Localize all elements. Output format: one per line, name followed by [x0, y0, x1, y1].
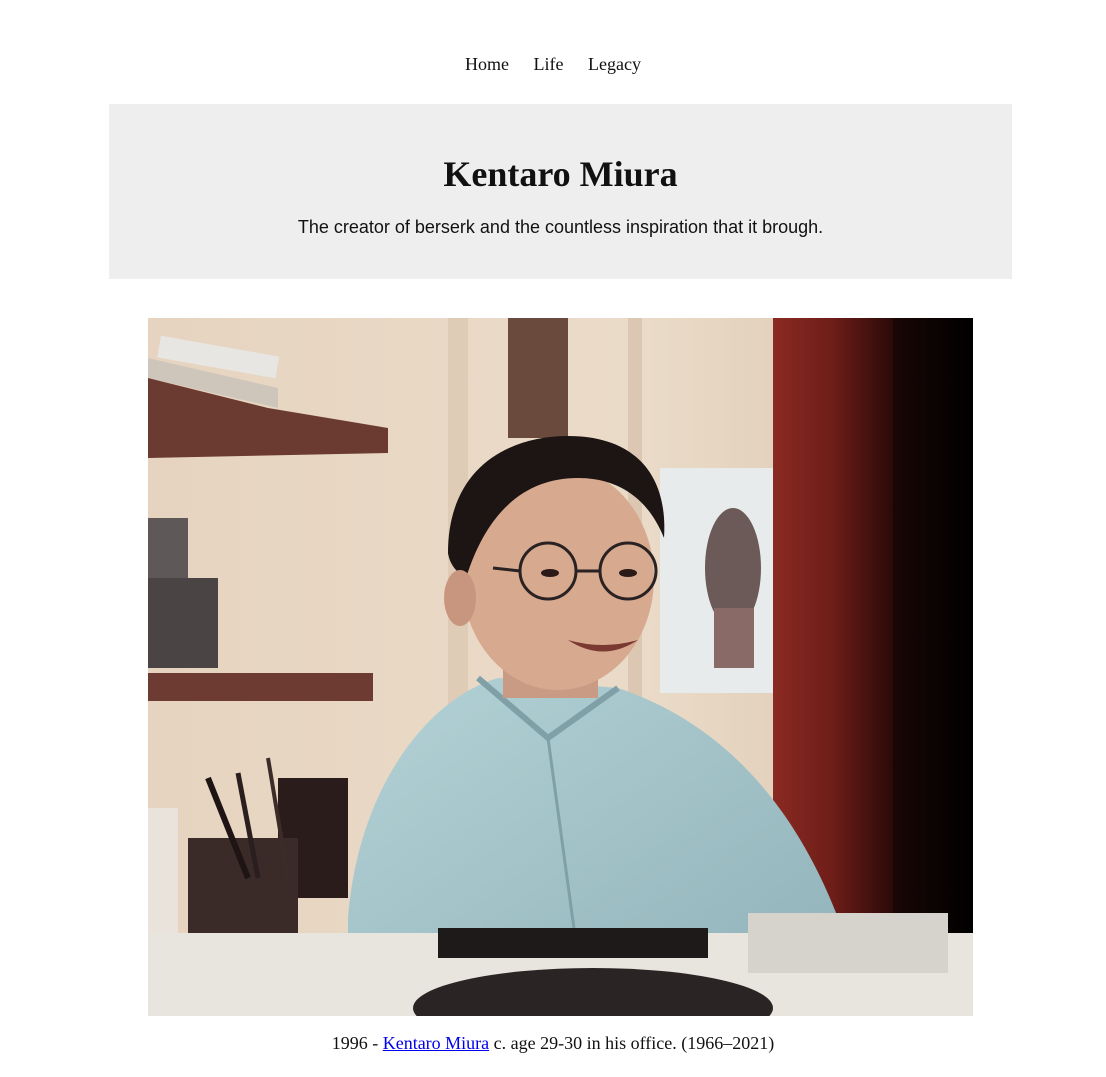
nav-home-link[interactable]: Home [465, 54, 509, 74]
caption-suffix: c. age 29-30 in his office. (1966–2021) [489, 1033, 775, 1053]
title-header: Kentaro Miura The creator of berserk and… [109, 104, 1012, 279]
top-nav: Home Life Legacy [0, 52, 1106, 76]
nav-life-link[interactable]: Life [534, 54, 564, 74]
nav-legacy-link[interactable]: Legacy [588, 54, 641, 74]
page-title: Kentaro Miura [443, 154, 678, 194]
photo-caption: 1996 - Kentaro Miura c. age 29-30 in his… [0, 1031, 1106, 1055]
page-subtitle: The creator of berserk and the countless… [297, 217, 824, 237]
portrait-photo [148, 318, 973, 1016]
caption-link-kentaro-miura[interactable]: Kentaro Miura [383, 1033, 489, 1053]
caption-prefix: 1996 - [331, 1033, 383, 1053]
